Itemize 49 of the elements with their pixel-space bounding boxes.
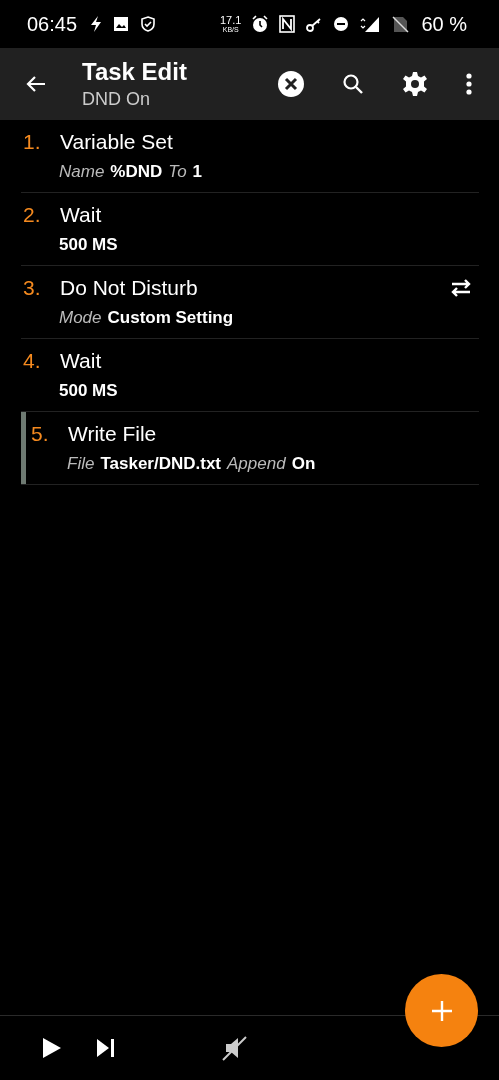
action-number: 2. — [23, 203, 42, 227]
action-number: 4. — [23, 349, 42, 373]
net-speed: 17.1 — [220, 14, 242, 26]
action-row[interactable]: 1. Variable Set Name %DND To 1 — [21, 120, 479, 193]
param-value: On — [291, 454, 316, 474]
param-label: Name — [59, 162, 105, 182]
step-icon[interactable] — [96, 1038, 116, 1058]
alarm-icon — [251, 15, 270, 33]
action-row[interactable]: 4. Wait 500 MS — [21, 339, 479, 412]
action-row[interactable]: 5. Write File File Tasker/DND.txt Append On — [21, 412, 479, 485]
param-value: 1 — [192, 162, 203, 182]
action-number: 1. — [23, 130, 42, 154]
image-icon — [113, 16, 130, 32]
param-value: Custom Setting — [107, 308, 234, 328]
action-row[interactable]: 2. Wait 500 MS — [21, 193, 479, 266]
settings-icon[interactable] — [401, 70, 429, 98]
play-icon[interactable] — [42, 1037, 62, 1059]
plus-icon — [430, 999, 453, 1022]
dnd-icon — [333, 16, 350, 32]
param-value: Tasker/DND.txt — [100, 454, 222, 474]
param-label: Append — [227, 454, 286, 474]
action-title: Write File — [68, 422, 158, 446]
close-icon[interactable] — [277, 70, 305, 98]
no-sim-icon — [391, 15, 410, 33]
toolbar-subtitle: DND On — [82, 89, 151, 110]
search-icon[interactable] — [341, 72, 365, 96]
more-icon[interactable] — [465, 72, 473, 96]
action-number: 3. — [23, 276, 42, 300]
battery-level: 60 % — [421, 12, 467, 36]
action-title: Wait — [60, 203, 103, 227]
action-title: Variable Set — [60, 130, 174, 154]
flash-icon — [89, 15, 104, 33]
param-value: %DND — [110, 162, 163, 182]
param-value: 500 MS — [59, 381, 118, 401]
nfc-icon — [279, 15, 296, 33]
param-label: To — [168, 162, 187, 182]
shield-icon — [139, 15, 158, 33]
mute-icon[interactable] — [222, 1035, 248, 1061]
param-label: File — [67, 454, 95, 474]
action-number: 5. — [31, 422, 50, 446]
swap-arrows-icon[interactable] — [449, 279, 473, 297]
action-row[interactable]: 3. Do Not Disturb Mode Custom Setting — [21, 266, 479, 339]
param-value: 500 MS — [59, 235, 118, 255]
toolbar-title: Task Edit — [82, 58, 188, 86]
action-title: Do Not Disturb — [60, 276, 199, 300]
status-time: 06:45 — [27, 12, 78, 36]
param-label: Mode — [59, 308, 102, 328]
signal-icon — [359, 15, 382, 33]
action-title: Wait — [60, 349, 103, 373]
